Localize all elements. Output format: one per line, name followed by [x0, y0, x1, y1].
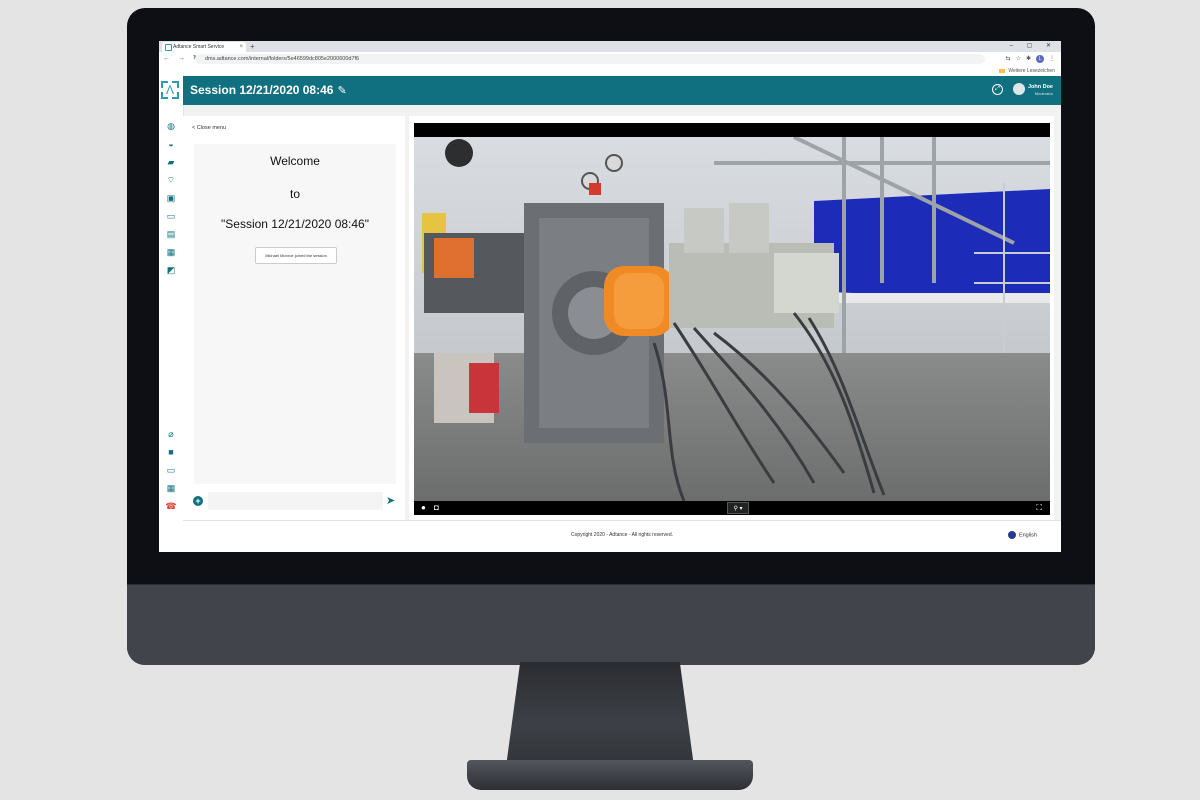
video-icon[interactable]: ■ — [164, 445, 178, 459]
pen-icon[interactable]: ◩ — [164, 263, 178, 277]
welcome-line-3: "Session 12/21/2020 08:46" — [221, 217, 369, 231]
uk-flag-icon — [1007, 531, 1016, 539]
tab-title: Adtance Smart Service — [173, 44, 225, 50]
browser-tab-bar: Adtance Smart Service × + – ▢ ✕ — [159, 41, 1061, 52]
language-selector[interactable]: English — [1007, 531, 1037, 539]
tab-close-icon[interactable]: × — [239, 42, 243, 52]
extension-icon[interactable]: ✱ — [1026, 54, 1031, 64]
profile-avatar[interactable]: L — [1036, 55, 1044, 63]
close-menu-link[interactable]: < Close menu — [192, 125, 226, 131]
dashboard-icon[interactable]: ◒ — [164, 137, 178, 151]
grid-icon[interactable]: ▦ — [164, 481, 178, 495]
session-header: Session 12/21/2020 08:46 ✎ ⤢ John Doe Mod… — [183, 76, 1061, 105]
chat-input-row: + ➤ — [191, 491, 399, 513]
app: Λ ◍ ◒ ▰ ⌔ ▣ ▭ ▤ ▦ ◩ ⌀ ■ ▭ ▦ ☎ Session 12… — [159, 76, 1061, 552]
location-pin-dropdown[interactable]: ⚲ ▾ — [727, 502, 749, 514]
welcome-line-2: to — [289, 187, 300, 201]
film-icon[interactable]: ▦ — [164, 245, 178, 259]
chat-panel: < Close menu Welcome to "Session 12/21/2… — [183, 116, 405, 520]
monitor-chin — [127, 584, 1095, 665]
menu-dots-icon[interactable]: ⋮ — [1049, 54, 1055, 64]
globe-icon[interactable]: ◍ — [164, 119, 178, 133]
session-title: Session 12/21/2020 08:46 ✎ — [190, 76, 347, 106]
language-label: English — [1018, 532, 1037, 539]
video-panel: ● ◘ ⚲ ▾ ⛶ — [409, 116, 1054, 520]
monitor-icon[interactable]: ▭ — [164, 463, 178, 477]
chat-input[interactable] — [208, 492, 383, 510]
fullscreen-icon[interactable]: ⤢ — [992, 84, 1003, 95]
new-tab-button[interactable]: + — [250, 41, 255, 52]
extensions: ⇆ ☆ ✱ L ⋮ — [1006, 54, 1055, 64]
video-fullscreen-icon[interactable]: ⛶ — [1036, 501, 1042, 515]
footer: Copyright 2020 - Adtance - All rights re… — [183, 520, 1061, 552]
screen: Adtance Smart Service × + – ▢ ✕ ← → ↻ dm… — [159, 41, 1061, 552]
signal-icon[interactable]: ⌔ — [164, 173, 178, 187]
record-icon[interactable]: ● — [421, 501, 426, 515]
bookmarks-folder[interactable]: Weitere Lesezeichen — [999, 66, 1055, 76]
monitor-base — [467, 760, 753, 790]
copyright-text: Copyright 2020 - Adtance - All rights re… — [571, 532, 673, 538]
user-name[interactable]: John Doe — [1028, 84, 1053, 90]
image-icon[interactable]: ▣ — [164, 191, 178, 205]
browser-tab[interactable]: Adtance Smart Service × — [162, 42, 246, 52]
url-field[interactable]: dms.adtance.com/internal/folders/5e46599… — [195, 54, 985, 64]
address-bar: ← → ↻ dms.adtance.com/internal/folders/5… — [159, 52, 1061, 67]
hangup-icon[interactable]: ☎ — [164, 499, 178, 513]
mic-off-icon[interactable]: ⌀ — [164, 427, 178, 441]
send-icon[interactable]: ➤ — [386, 494, 395, 508]
tab-favicon-icon — [165, 44, 172, 51]
document-icon[interactable]: ▤ — [164, 227, 178, 241]
video-controls-bar: ● ◘ ⚲ ▾ ⛶ — [414, 501, 1050, 515]
factory-scene-image — [414, 135, 1050, 502]
chat-messages: Welcome to "Session 12/21/2020 08:46" Mi… — [194, 144, 396, 484]
bookmarks-label: Weitere Lesezeichen — [1008, 68, 1055, 74]
video-top-bar — [414, 123, 1050, 137]
screen-share-icon[interactable]: ▭ — [164, 209, 178, 223]
chat-icon[interactable]: ▰ — [164, 155, 178, 169]
folder-icon — [999, 68, 1006, 73]
session-title-text: Session 12/21/2020 08:46 — [190, 83, 334, 97]
window-controls[interactable]: – ▢ ✕ — [1010, 41, 1057, 52]
user-avatar[interactable] — [1013, 83, 1025, 95]
monitor-stand — [505, 662, 695, 774]
user-role: Moderator — [1034, 91, 1053, 96]
camera-snapshot-icon[interactable]: ◘ — [434, 501, 439, 515]
left-sidebar: Λ ◍ ◒ ▰ ⌔ ▣ ▭ ▤ ▦ ◩ ⌀ ■ ▭ ▦ ☎ — [159, 76, 184, 552]
adtance-logo[interactable]: Λ — [161, 81, 179, 99]
attach-plus-icon[interactable]: + — [193, 496, 203, 506]
translate-icon[interactable]: ⇆ — [1006, 54, 1011, 64]
live-video-feed[interactable]: ● ◘ ⚲ ▾ ⛶ — [414, 123, 1050, 515]
edit-icon[interactable]: ✎ — [337, 77, 346, 106]
system-message: Michael Monroe joined the session — [255, 247, 337, 264]
star-icon[interactable]: ☆ — [1016, 54, 1021, 64]
welcome-line-1: Welcome — [270, 154, 320, 168]
